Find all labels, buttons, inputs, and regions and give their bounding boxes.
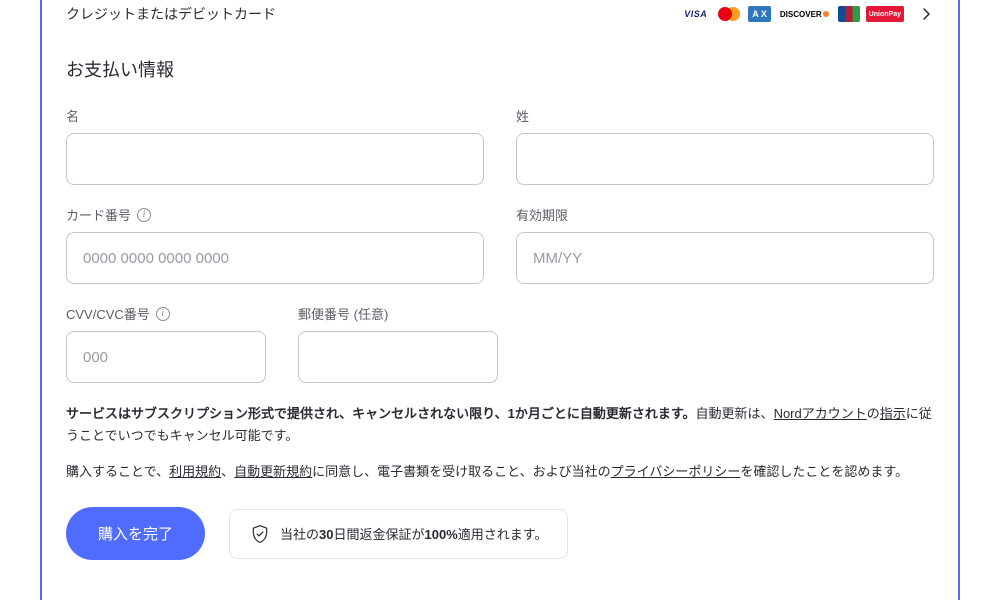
nord-account-link[interactable]: Nordアカウント [774, 406, 867, 421]
info-icon[interactable]: i [137, 208, 151, 222]
cvv-input[interactable] [66, 331, 266, 383]
visa-logo: VISA [681, 6, 710, 22]
card-brand-logos: VISA A X DISCOVER UnionPay [681, 6, 934, 22]
expiry-field: 有効期限 [516, 205, 934, 284]
terms-disclaimer: 購入することで、利用規約、自動更新規約に同意し、電子書類を受け取ること、および当… [66, 461, 934, 483]
last-name-input[interactable] [516, 133, 934, 185]
postal-label: 郵便番号 (任意) [298, 304, 498, 323]
shield-check-icon [250, 524, 270, 544]
expiry-label: 有効期限 [516, 205, 934, 224]
info-icon[interactable]: i [156, 307, 170, 321]
jcb-logo [838, 6, 860, 22]
card-number-field: カード番号 i [66, 205, 484, 284]
instructions-link[interactable]: 指示 [880, 406, 906, 421]
mastercard-logo [716, 6, 742, 22]
section-title: お支払い情報 [66, 56, 934, 82]
money-back-guarantee: 当社の30日間返金保証が100%適用されます。 [229, 509, 568, 559]
first-name-field: 名 [66, 106, 484, 185]
amex-logo: A X [748, 6, 771, 22]
cvv-label: CVV/CVC番号 i [66, 304, 266, 323]
chevron-right-icon[interactable] [918, 6, 934, 22]
cvv-field: CVV/CVC番号 i [66, 304, 266, 383]
expiry-input[interactable] [516, 232, 934, 284]
card-number-label: カード番号 i [66, 205, 484, 224]
payment-panel: クレジットまたはデビットカード VISA A X DISCOVER UnionP… [40, 0, 960, 600]
payment-method-header: クレジットまたはデビットカード VISA A X DISCOVER UnionP… [66, 0, 934, 40]
postal-input[interactable] [298, 331, 498, 383]
first-name-input[interactable] [66, 133, 484, 185]
last-name-field: 姓 [516, 106, 934, 185]
unionpay-logo: UnionPay [866, 6, 904, 22]
postal-field: 郵便番号 (任意) [298, 304, 498, 383]
privacy-policy-link[interactable]: プライバシーポリシー [611, 464, 741, 479]
last-name-label: 姓 [516, 106, 934, 125]
auto-renew-terms-link[interactable]: 自動更新規約 [234, 464, 312, 479]
card-number-input[interactable] [66, 232, 484, 284]
auto-renew-disclaimer: サービスはサブスクリプション形式で提供され、キャンセルされない限り、1か月ごとに… [66, 403, 934, 447]
payment-method-title: クレジットまたはデビットカード [66, 4, 276, 24]
discover-logo: DISCOVER [777, 6, 832, 22]
first-name-label: 名 [66, 106, 484, 125]
terms-link[interactable]: 利用規約 [169, 464, 221, 479]
complete-purchase-button[interactable]: 購入を完了 [66, 507, 205, 560]
